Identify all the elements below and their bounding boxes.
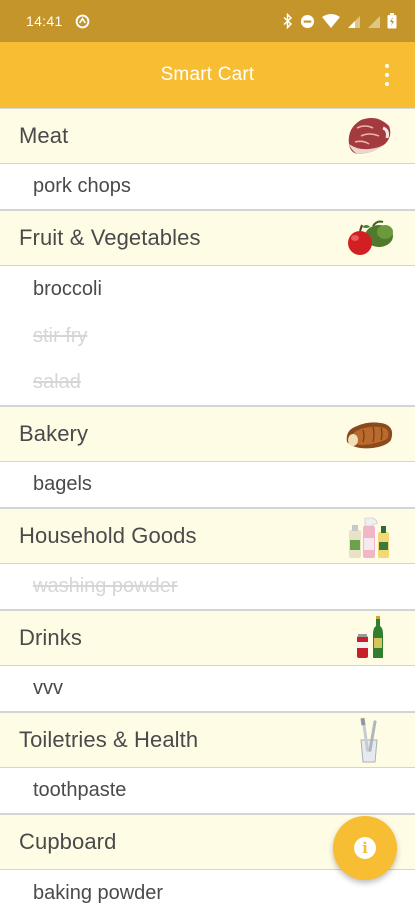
category-header-bakery[interactable]: Bakery <box>0 407 415 462</box>
cleaning-bottles-icon <box>341 514 397 558</box>
status-bar: 14:41 <box>0 0 415 42</box>
info-icon: i <box>354 837 376 859</box>
list-item-checked[interactable]: stir fry <box>0 313 415 360</box>
toothbrush-cup-icon <box>341 717 397 763</box>
category-header-drinks[interactable]: Drinks <box>0 611 415 666</box>
app-bar: Smart Cart <box>0 42 415 108</box>
battery-charging-icon <box>387 13 397 29</box>
sync-circle-icon <box>75 13 91 29</box>
item-label: bagels <box>33 473 92 495</box>
overflow-menu-icon[interactable] <box>379 64 395 86</box>
list-item[interactable]: bagels <box>0 462 415 509</box>
item-label: pork chops <box>33 175 131 197</box>
category-header-household-goods[interactable]: Household Goods <box>0 509 415 564</box>
status-icons <box>282 13 397 29</box>
list-item[interactable]: toothpaste <box>0 768 415 815</box>
info-fab-button[interactable]: i <box>333 816 397 880</box>
category-header-toiletries-health[interactable]: Toiletries & Health <box>0 713 415 768</box>
item-label: toothpaste <box>33 779 127 801</box>
signal-icon <box>367 14 381 29</box>
item-label: washing powder <box>33 575 178 597</box>
meat-steak-icon <box>341 114 397 158</box>
list-item-checked[interactable]: salad <box>0 360 415 407</box>
do-not-disturb-icon <box>300 14 315 29</box>
category-label: Cupboard <box>19 829 117 854</box>
category-label: Drinks <box>19 625 82 650</box>
list-item[interactable]: broccoli <box>0 266 415 313</box>
list-item[interactable]: vvv <box>0 666 415 713</box>
status-time: 14:41 <box>26 13 63 29</box>
category-header-meat[interactable]: Meat <box>0 109 415 164</box>
list-item-checked[interactable]: washing powder <box>0 564 415 611</box>
category-header-fruit-vegetables[interactable]: Fruit & Vegetables <box>0 211 415 266</box>
drink-bottles-icon <box>341 616 397 660</box>
item-label: broccoli <box>33 278 102 300</box>
item-label: salad <box>33 371 81 393</box>
bluetooth-icon <box>282 13 294 29</box>
item-label: vvv <box>33 677 63 699</box>
bread-loaf-icon <box>341 412 397 456</box>
wifi-icon <box>321 13 341 29</box>
shopping-list: Meat pork chops Fruit & Vegetables brocc… <box>0 108 415 917</box>
item-label: stir fry <box>33 325 88 347</box>
category-label: Bakery <box>19 421 89 446</box>
category-label: Household Goods <box>19 523 197 548</box>
category-label: Toiletries & Health <box>19 727 199 752</box>
category-label: Fruit & Vegetables <box>19 225 201 250</box>
item-label: baking powder <box>33 882 164 904</box>
apple-vegetables-icon <box>341 216 397 260</box>
category-label: Meat <box>19 123 69 148</box>
list-item[interactable]: pork chops <box>0 164 415 211</box>
app-title: Smart Cart <box>160 64 255 85</box>
signal-icon <box>347 14 361 29</box>
